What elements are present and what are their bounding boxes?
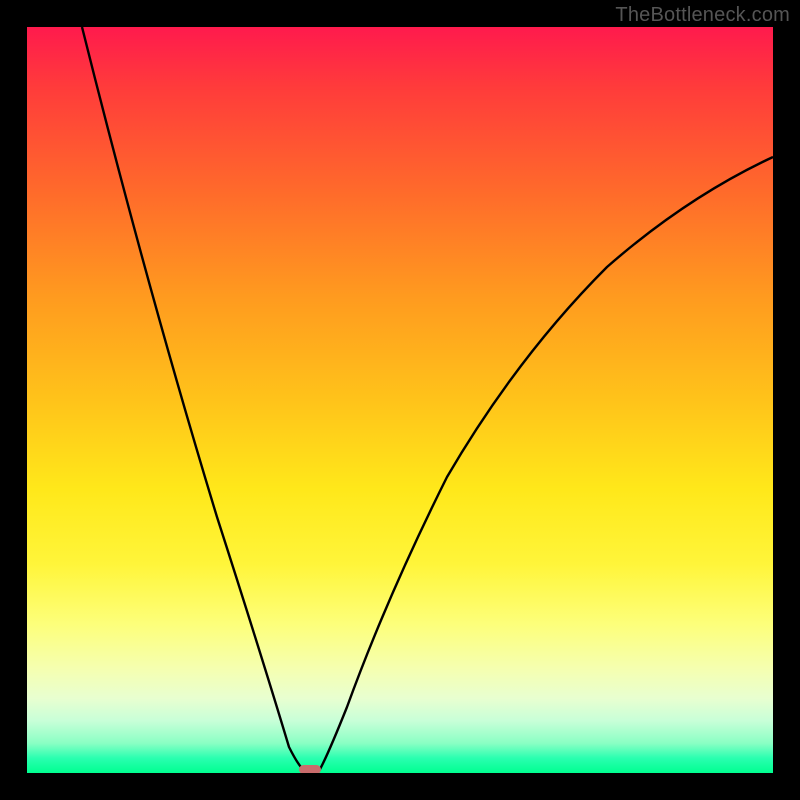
- watermark-text: TheBottleneck.com: [615, 4, 790, 27]
- curve-right-branch: [319, 157, 773, 771]
- curve-left-branch: [82, 27, 305, 771]
- bottleneck-curve-svg: [27, 27, 773, 773]
- chart-outer-frame: TheBottleneck.com: [0, 0, 800, 800]
- minimum-marker: [299, 765, 321, 773]
- plot-area: [27, 27, 773, 773]
